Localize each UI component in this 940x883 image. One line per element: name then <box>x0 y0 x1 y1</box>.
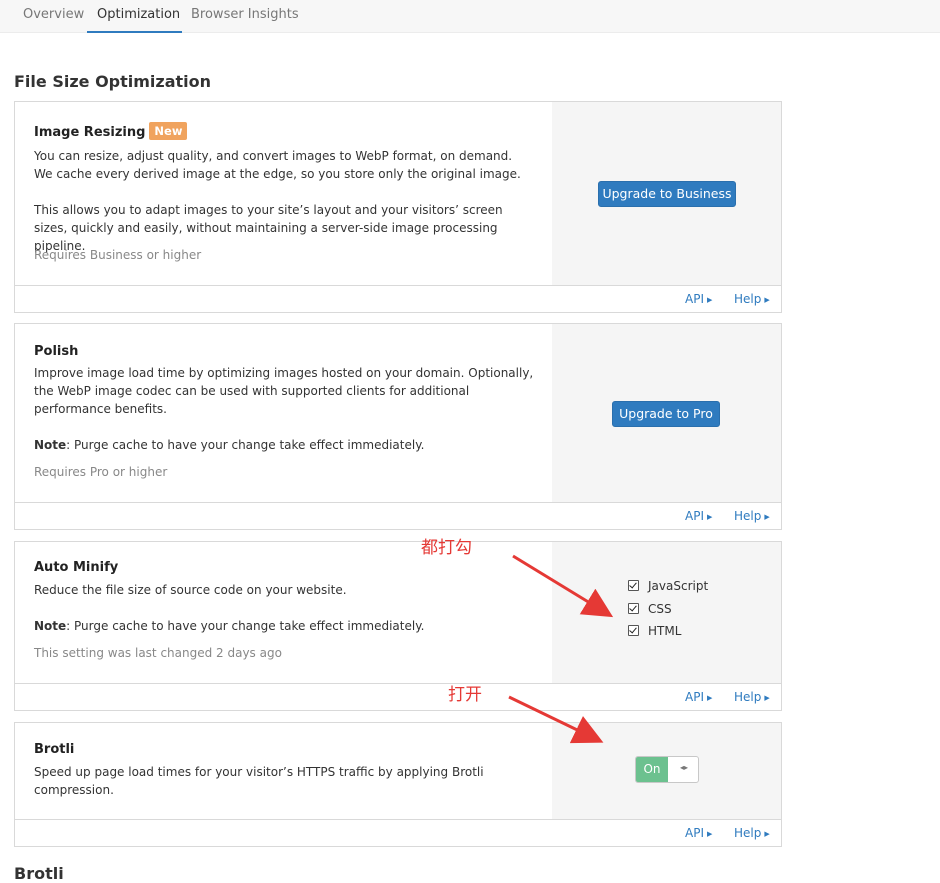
card-footer: API ▶ Help ▶ <box>15 683 781 710</box>
card-footer: API ▶ Help ▶ <box>15 819 781 846</box>
annotation-check-all: 都打勾 <box>421 538 472 558</box>
caret-right-icon: ▶ <box>706 296 713 304</box>
tab-optimization-label: Optimization <box>97 7 181 22</box>
help-link[interactable]: Help ▶ <box>734 690 770 704</box>
card-description: Reduce the file size of source code on y… <box>34 583 347 597</box>
help-link-label: Help <box>734 292 762 306</box>
card-title: Image Resizing New <box>34 122 188 140</box>
tab-overview-label: Overview <box>23 7 85 22</box>
last-changed-text: This setting was last changed 2 days ago <box>34 646 282 660</box>
caret-right-icon: ▶ <box>706 513 713 521</box>
card-description: Speed up page load times for your visito… <box>34 765 484 797</box>
card-control: JavaScript CSS HTML <box>552 542 781 683</box>
javascript-checkbox[interactable]: JavaScript <box>628 579 708 593</box>
caret-right-icon: ▶ <box>764 296 770 304</box>
tab-browser-insights[interactable]: Browser Insights <box>191 0 301 32</box>
api-link[interactable]: API ▶ <box>685 690 712 704</box>
help-link-label: Help <box>734 509 762 523</box>
brotli-toggle[interactable]: On ◂▸ <box>635 756 699 783</box>
checkbox-label: JavaScript <box>648 579 709 593</box>
image-resizing-card: Image Resizing New You can resize, adjust… <box>14 101 782 313</box>
upgrade-to-business-button[interactable]: Upgrade to Business <box>598 181 736 207</box>
next-section-title: Brotli <box>14 864 64 883</box>
api-link[interactable]: API ▶ <box>685 509 712 523</box>
card-content: Polish Improve image load time by optimi… <box>15 324 553 502</box>
checkbox-checked-icon[interactable] <box>628 603 639 614</box>
help-link-label: Help <box>734 690 762 704</box>
css-checkbox[interactable]: CSS <box>628 602 672 616</box>
api-link-label: API <box>685 826 704 840</box>
card-title-text: Image Resizing <box>34 125 146 140</box>
tab-browser-insights-label: Browser Insights <box>191 7 299 22</box>
card-title: Polish <box>34 344 79 359</box>
card-title: Brotli <box>34 742 75 757</box>
note-text: : Purge cache to have your change take e… <box>66 619 425 633</box>
help-link[interactable]: Help ▶ <box>734 826 770 840</box>
requirement-text: Requires Business or higher <box>34 248 202 262</box>
card-description: Improve image load time by optimizing im… <box>34 366 534 416</box>
card-title: Auto Minify <box>34 560 119 575</box>
card-footer: API ▶ Help ▶ <box>15 285 781 312</box>
api-link-label: API <box>685 509 704 523</box>
card-control: Upgrade to Business <box>552 102 781 285</box>
checkbox-label: CSS <box>648 602 672 616</box>
note-text: : Purge cache to have your change take e… <box>66 438 425 452</box>
requirement-text: Requires Pro or higher <box>34 465 168 479</box>
polish-card: Polish Improve image load time by optimi… <box>14 323 782 530</box>
card-content: Brotli Speed up page load times for your… <box>15 723 553 819</box>
card-control: On ◂▸ <box>552 723 781 819</box>
api-link[interactable]: API ▶ <box>685 292 712 306</box>
card-note: Note: Purge cache to have your change ta… <box>34 436 534 454</box>
caret-right-icon: ▶ <box>764 694 770 702</box>
api-link[interactable]: API ▶ <box>685 826 712 840</box>
card-note: Note: Purge cache to have your change ta… <box>34 617 534 635</box>
caret-right-icon: ▶ <box>706 830 713 838</box>
caret-right-icon: ▶ <box>764 513 770 521</box>
help-link-label: Help <box>734 826 762 840</box>
card-description-2: This allows you to adapt images to your … <box>34 203 503 253</box>
section-title: File Size Optimization <box>14 72 212 91</box>
note-label: Note <box>34 619 67 633</box>
brotli-card: Brotli Speed up page load times for your… <box>14 722 782 847</box>
tab-overview[interactable]: Overview <box>23 0 85 32</box>
card-content: Image Resizing New You can resize, adjust… <box>15 102 553 285</box>
api-link-label: API <box>685 690 704 704</box>
toggle-on-label: On <box>636 757 668 782</box>
card-content: Auto Minify Reduce the file size of sour… <box>15 542 553 683</box>
help-link[interactable]: Help ▶ <box>734 292 770 306</box>
upgrade-to-pro-button[interactable]: Upgrade to Pro <box>612 401 720 427</box>
caret-right-icon: ▶ <box>706 694 713 702</box>
toggle-handle-icon: ◂▸ <box>680 763 689 772</box>
card-description: You can resize, adjust quality, and conv… <box>34 149 521 181</box>
new-badge: New <box>149 122 188 140</box>
card-footer: API ▶ Help ▶ <box>15 502 781 529</box>
html-checkbox[interactable]: HTML <box>628 624 681 638</box>
checkbox-label: HTML <box>648 624 682 638</box>
checkbox-checked-icon[interactable] <box>628 580 639 591</box>
auto-minify-card: Auto Minify Reduce the file size of sour… <box>14 541 782 711</box>
annotation-turn-on: 打开 <box>448 685 482 705</box>
api-link-label: API <box>685 292 704 306</box>
checkbox-checked-icon[interactable] <box>628 625 639 636</box>
tab-bar: Overview Optimization Browser Insights <box>0 0 940 33</box>
caret-right-icon: ▶ <box>764 830 770 838</box>
note-label: Note <box>34 438 67 452</box>
tab-optimization[interactable]: Optimization <box>87 0 182 33</box>
help-link[interactable]: Help ▶ <box>734 509 770 523</box>
card-control: Upgrade to Pro <box>552 324 781 502</box>
